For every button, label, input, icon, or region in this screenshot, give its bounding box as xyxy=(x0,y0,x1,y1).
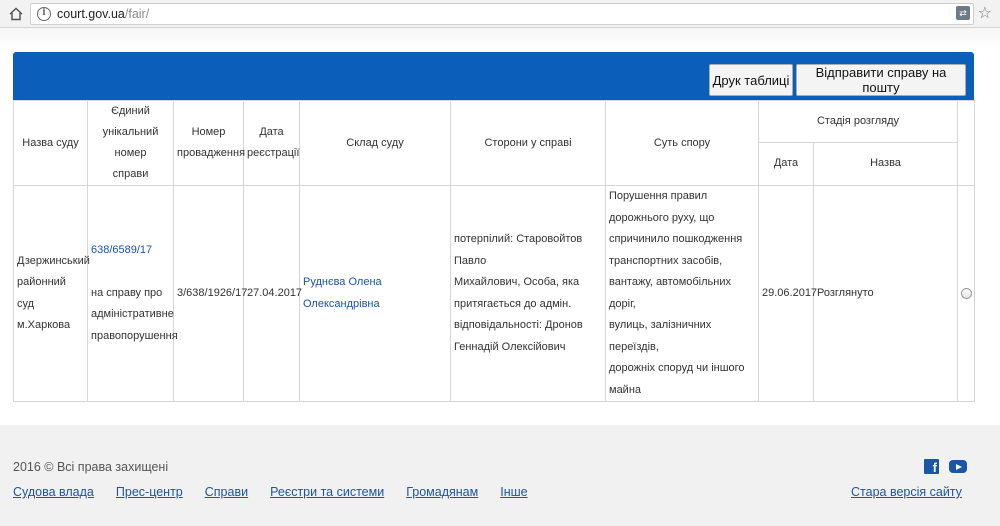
url-path: /fair/ xyxy=(124,7,150,21)
header-row: Назва суду Єдиний унікальний номер справи … xyxy=(13,100,976,186)
cell-court: Дзержинський районний суд м.Харкова xyxy=(13,185,90,402)
header-case-number: Єдиний унікальний номер справи xyxy=(87,100,174,186)
table-row: Дзержинський районний суд м.Харкова 638/65… xyxy=(13,185,976,402)
cell-proceeding: 3/638/1926/17 xyxy=(173,185,247,402)
cell-case-number: 638/6589/17 на справу про адміністративне… xyxy=(87,185,178,402)
case-panel: Друк таблиці Відправити справу на пошту … xyxy=(13,52,976,402)
home-icon[interactable] xyxy=(6,4,26,24)
case-number-link[interactable]: 638/6589/17 xyxy=(91,240,170,262)
panel-toolbar: Друк таблиці Відправити справу на пошту xyxy=(13,52,974,100)
address-bar[interactable]: i court.gov.ua/fair/ xyxy=(30,3,974,25)
translate-icon[interactable]: ⇄ xyxy=(956,6,970,20)
header-shadow xyxy=(0,28,1000,50)
footer-link-citizens[interactable]: Громадянам xyxy=(406,485,478,499)
header-stage: Стадія розгляду xyxy=(757,100,959,143)
judge-link[interactable]: Руднєва Олена Олександрівна xyxy=(303,276,382,310)
footer-link-press[interactable]: Прес-центр xyxy=(116,485,183,499)
header-stage-date: Дата xyxy=(758,141,814,187)
cell-parties: потерпілий: Старовойтов Павло Михайлович,… xyxy=(450,185,606,402)
print-table-button[interactable]: Друк таблиці xyxy=(709,64,793,96)
copyright-text: 2016 © Всі права захищені xyxy=(13,460,169,474)
youtube-icon[interactable] xyxy=(949,460,967,473)
header-proceeding: Номер провадження xyxy=(173,100,245,186)
url-host: court.gov.ua xyxy=(57,7,125,21)
header-subject: Суть спору xyxy=(605,100,759,186)
cases-table: Назва суду Єдиний унікальний номер справи … xyxy=(13,100,976,402)
header-select xyxy=(957,100,976,186)
info-icon[interactable]: i xyxy=(37,7,51,21)
browser-toolbar: i court.gov.ua/fair/ ⇄ ☆ xyxy=(0,0,1000,28)
footer-link-registries[interactable]: Реєстри та системи xyxy=(270,485,384,499)
footer-link-cases[interactable]: Справи xyxy=(205,485,248,499)
header-stage-name: Назва xyxy=(812,141,959,187)
cell-reg-date: 27.04.2017 xyxy=(243,185,302,402)
header-court: Назва суду xyxy=(13,100,88,186)
footer-nav: Судова влада Прес-центр Справи Реєстри та с… xyxy=(13,485,550,499)
bookmark-star-icon[interactable]: ☆ xyxy=(978,3,992,23)
old-version-link[interactable]: Стара версія сайту xyxy=(851,485,962,499)
header-composition: Склад суду xyxy=(299,100,451,186)
facebook-icon[interactable]: f xyxy=(924,459,939,475)
header-reg-date: Дата реєстрації xyxy=(243,100,300,186)
cell-stage-name: Розглянуто xyxy=(812,185,959,402)
footer-link-judiciary[interactable]: Судова влада xyxy=(13,485,94,499)
cell-subject: Порушення правил дорожнього руху, що сприч… xyxy=(605,185,759,402)
cell-composition: Руднєва Олена Олександрівна xyxy=(299,185,451,402)
cell-stage-date: 29.06.2017 xyxy=(758,185,817,402)
footer-link-other[interactable]: Інше xyxy=(500,485,527,499)
header-parties: Сторони у справі xyxy=(450,100,606,186)
site-footer: 2016 © Всі права захищені Судова влада Пр… xyxy=(0,425,1000,526)
send-case-email-button[interactable]: Відправити справу на пошту xyxy=(796,64,966,96)
row-select-radio[interactable] xyxy=(961,288,973,299)
cell-select xyxy=(957,185,976,402)
